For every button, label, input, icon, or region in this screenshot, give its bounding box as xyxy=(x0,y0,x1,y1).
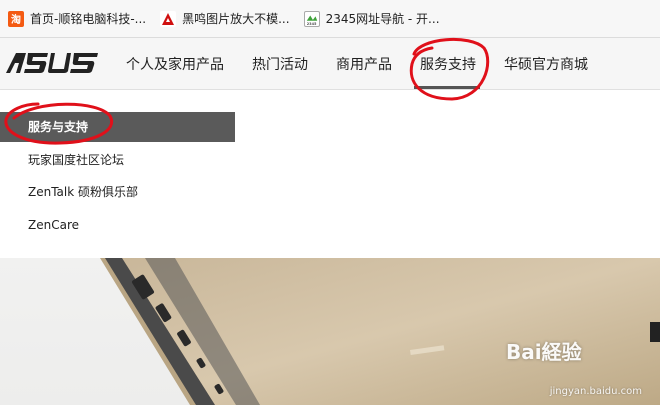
menu-item-zentalk[interactable]: ZenTalk 硕粉俱乐部 xyxy=(0,177,235,207)
bookmark-shunming[interactable]: 淘 首页-顺铭电脑科技-... xyxy=(8,5,146,33)
2345-icon: 2345 xyxy=(303,10,320,27)
baidu-watermark-logo: Bai経验 xyxy=(506,340,582,364)
menu-item-rog-forum[interactable]: 玩家国度社区论坛 xyxy=(0,145,235,175)
active-nav-indicator xyxy=(414,86,480,89)
nav-service-support[interactable]: 服务支持 xyxy=(420,54,476,74)
nav-business-products[interactable]: 商用产品 xyxy=(336,54,392,74)
nav-official-store[interactable]: 华硕官方商城 xyxy=(504,54,588,74)
bookmark-label: 2345网址导航 - 开... xyxy=(325,12,440,26)
support-dropdown-menu: 服务与支持 玩家国度社区论坛 ZenTalk 硕粉俱乐部 ZenCare xyxy=(0,90,660,258)
bookmark-heiming[interactable]: 黑鸣图片放大不模... xyxy=(160,5,290,33)
nav-consumer-products[interactable]: 个人及家用产品 xyxy=(126,54,224,74)
heiming-icon xyxy=(160,10,177,27)
baidu-watermark-url: jingyan.baidu.com xyxy=(549,386,642,397)
hero-laptop-image xyxy=(0,258,660,405)
asus-logo[interactable] xyxy=(4,51,100,75)
bookmark-label: 黑鸣图片放大不模... xyxy=(182,12,290,26)
taobao-icon: 淘 xyxy=(8,10,24,27)
menu-item-service-support[interactable]: 服务与支持 xyxy=(0,112,235,142)
site-header: 个人及家用产品 热门活动 商用产品 服务支持 华硕官方商城 xyxy=(0,38,660,90)
nav-hot-events[interactable]: 热门活动 xyxy=(252,54,308,74)
bookmark-label: 首页-顺铭电脑科技-... xyxy=(30,12,147,26)
bookmark-2345[interactable]: 2345 2345网址导航 - 开... xyxy=(303,5,440,33)
svg-text:2345: 2345 xyxy=(306,22,316,26)
laptop-illustration xyxy=(100,258,660,405)
bookmarks-bar: 淘 首页-顺铭电脑科技-... 黑鸣图片放大不模... 2345 2345网址导… xyxy=(0,0,660,38)
menu-item-zencare[interactable]: ZenCare xyxy=(0,210,235,240)
